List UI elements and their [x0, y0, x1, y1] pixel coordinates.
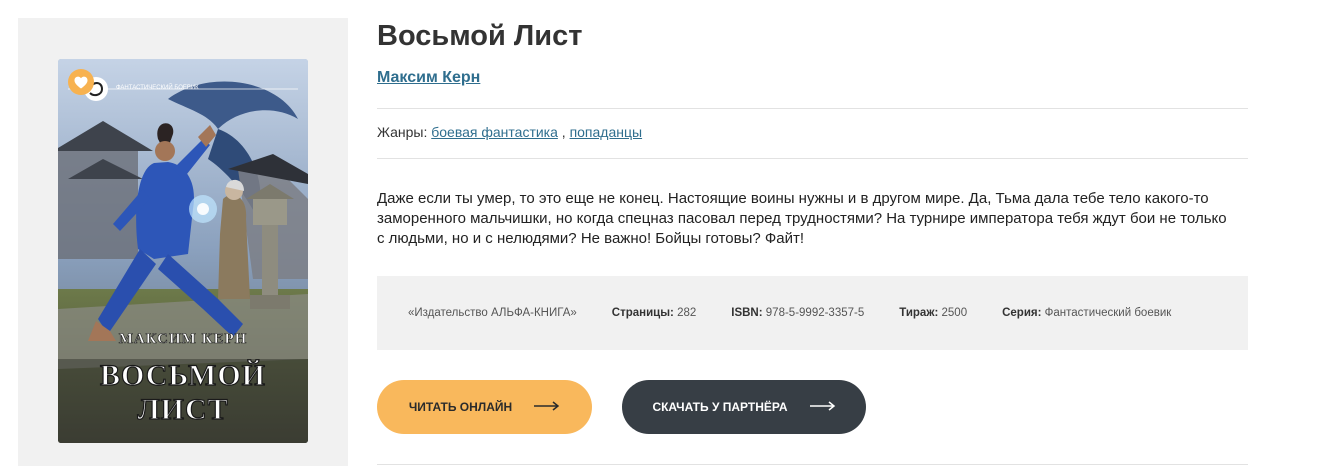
genre-link-combat-fiction[interactable]: боевая фантастика [431, 124, 558, 140]
arrow-right-icon [809, 400, 836, 414]
download-partner-label: Скачать у партнёра [652, 400, 788, 414]
meta-print-run: Тираж: 2500 [899, 307, 967, 319]
genre-separator: , [561, 124, 566, 140]
publisher-value: «Издательство АЛЬФА-КНИГА» [408, 307, 577, 319]
download-partner-button[interactable]: Скачать у партнёра [622, 380, 866, 434]
cover-illustration: ФАНТАСТИЧЕСКИЙ БОЕВИК МАКСИМ КЕРН ВОСЬМО… [58, 59, 308, 443]
cover-title-line2: ЛИСТ [137, 393, 228, 426]
meta-pages: Страницы: 282 [612, 307, 696, 319]
arrow-right-icon [534, 400, 560, 414]
cover-title-line1: ВОСЬМОЙ [100, 359, 266, 392]
isbn-value: 978-5-9992-3357-5 [765, 307, 865, 319]
isbn-label: ISBN: [731, 307, 763, 319]
print-value: 2500 [941, 307, 968, 319]
print-label: Тираж: [899, 307, 939, 319]
cover-series-badge: ФАНТАСТИЧЕСКИЙ БОЕВИК [116, 83, 199, 91]
divider [377, 464, 1248, 465]
genres-row: Жанры: боевая фантастика , попаданцы [377, 124, 642, 140]
meta-series: Серия: Фантастический боевик [1002, 307, 1171, 319]
author-link[interactable]: Максим Керн [377, 69, 480, 87]
pages-label: Страницы: [611, 307, 674, 319]
meta-isbn: ISBN: 978-5-9992-3357-5 [731, 307, 864, 319]
read-online-button[interactable]: Читать онлайн [377, 380, 592, 434]
book-description: Даже если ты умер, то это еще не конец. … [377, 190, 1227, 247]
book-meta: «Издательство АЛЬФА-КНИГА» Страницы: 282… [377, 276, 1248, 350]
favorite-button[interactable] [68, 69, 94, 95]
book-title: Восьмой Лист [377, 20, 583, 52]
genre-link-popadantsy[interactable]: попаданцы [570, 124, 643, 140]
pages-value: 282 [677, 307, 697, 319]
read-online-label: Читать онлайн [408, 400, 513, 414]
heart-icon [74, 76, 88, 88]
book-cover-image[interactable]: ФАНТАСТИЧЕСКИЙ БОЕВИК МАКСИМ КЕРН ВОСЬМО… [58, 59, 308, 443]
divider [377, 108, 1248, 109]
meta-publisher: «Издательство АЛЬФА-КНИГА» [408, 307, 577, 319]
cover-panel: ФАНТАСТИЧЕСКИЙ БОЕВИК МАКСИМ КЕРН ВОСЬМО… [18, 18, 348, 466]
cover-author: МАКСИМ КЕРН [119, 331, 248, 347]
genres-label: Жанры: [377, 124, 428, 140]
series-label: Серия: [1002, 307, 1042, 319]
series-value: Фантастический боевик [1044, 307, 1172, 319]
divider [377, 158, 1248, 159]
